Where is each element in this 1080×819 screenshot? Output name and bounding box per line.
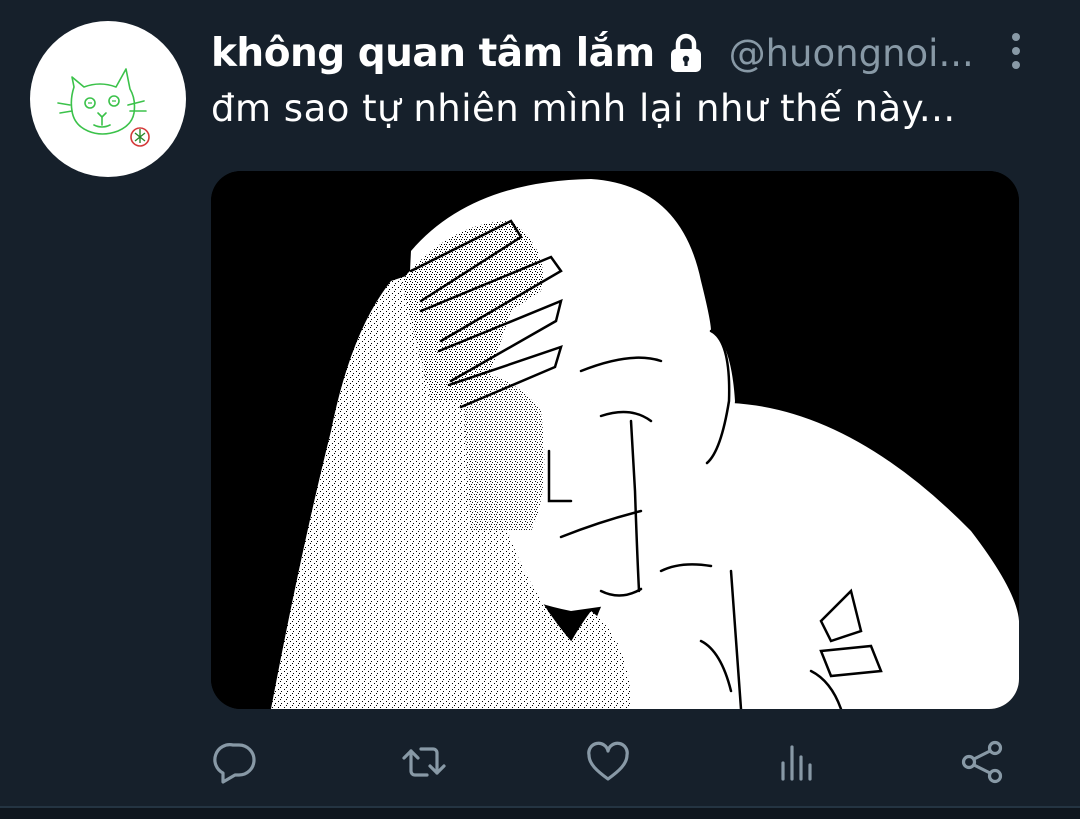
share-button[interactable] bbox=[952, 732, 1012, 792]
vertical-ellipsis-icon bbox=[1012, 33, 1020, 41]
tweet-divider bbox=[0, 806, 1080, 819]
retweet-button[interactable] bbox=[394, 732, 454, 792]
tweet-text: đm sao tự nhiên mình lại như thế này... bbox=[211, 87, 956, 130]
handle[interactable]: @huongnoi... bbox=[729, 32, 974, 75]
display-name[interactable]: không quan tâm lắm bbox=[211, 31, 655, 76]
heart-icon bbox=[587, 741, 629, 781]
reply-icon bbox=[213, 743, 256, 784]
lock-icon bbox=[663, 30, 709, 76]
tweet-actions bbox=[0, 732, 1080, 792]
tweet-header: không quan tâm lắm @huongnoi... bbox=[211, 26, 1001, 80]
crying-man-drawing-image bbox=[211, 171, 1019, 709]
retweet-icon bbox=[402, 747, 446, 777]
tweet-media-image[interactable] bbox=[211, 171, 1019, 709]
more-options-button[interactable] bbox=[998, 28, 1034, 74]
vertical-ellipsis-icon bbox=[1012, 47, 1020, 55]
analytics-button[interactable] bbox=[766, 732, 826, 792]
cat-drawing-avatar-image bbox=[57, 68, 150, 147]
like-button[interactable] bbox=[578, 732, 638, 792]
reply-button[interactable] bbox=[206, 732, 266, 792]
tweet[interactable]: không quan tâm lắm @huongnoi... đm sao t… bbox=[0, 0, 1080, 806]
avatar[interactable] bbox=[30, 21, 186, 177]
vertical-ellipsis-icon bbox=[1012, 61, 1020, 69]
share-icon bbox=[961, 740, 1003, 784]
analytics-icon bbox=[781, 745, 812, 781]
